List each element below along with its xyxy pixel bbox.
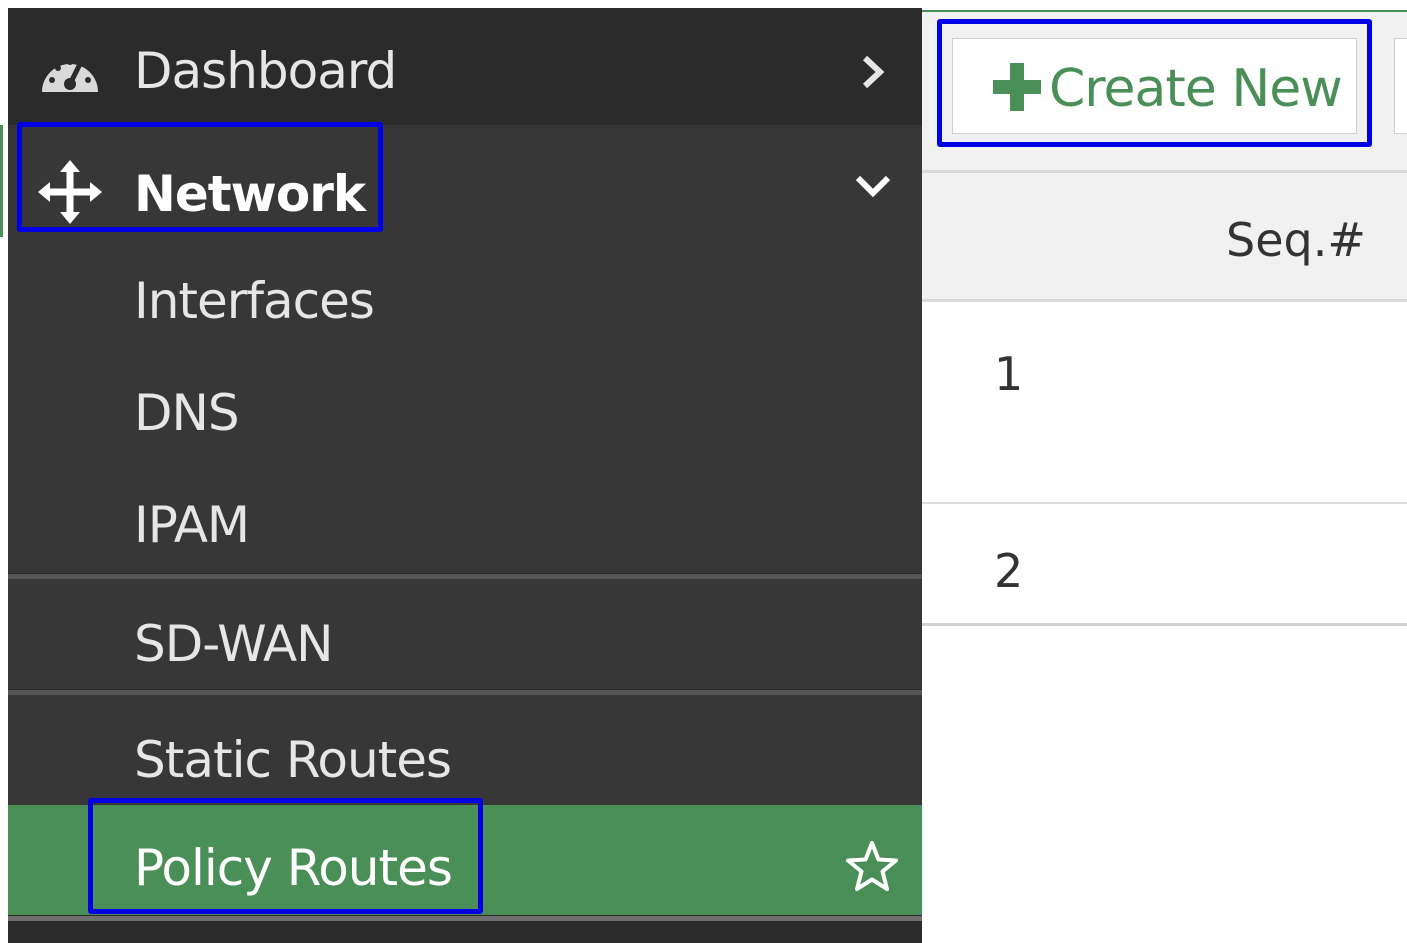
sidebar-item-label: Static Routes: [134, 731, 452, 789]
table-row[interactable]: 2: [922, 504, 1407, 626]
star-icon[interactable]: [844, 839, 900, 893]
cell-seq: 1: [994, 347, 1024, 401]
app-window: Dashboard Network Interfaces DNS IPAM SD…: [0, 0, 1407, 943]
sidebar-item-ipam[interactable]: IPAM: [8, 461, 922, 573]
table-header: Seq.#: [922, 170, 1407, 302]
table-row[interactable]: 1: [922, 302, 1407, 504]
sidebar-item-label: Interfaces: [134, 272, 375, 330]
chevron-down-icon: [855, 175, 891, 198]
highlight-box-policy-routes: [88, 798, 483, 914]
highlight-box-create-new: [937, 19, 1372, 147]
chevron-right-icon: [862, 55, 885, 89]
sidebar-item-label: SD-WAN: [134, 615, 334, 673]
active-indicator: [0, 125, 3, 237]
column-header-seq[interactable]: Seq.#: [1226, 213, 1366, 267]
top-border: [922, 0, 1407, 12]
sidebar-item-static-routes[interactable]: Static Routes: [8, 695, 922, 805]
sidebar-item-dashboard[interactable]: Dashboard: [8, 8, 922, 125]
sidebar-item-label: DNS: [134, 384, 240, 442]
highlight-box-network: [17, 122, 383, 232]
sidebar-item-label: IPAM: [134, 496, 250, 554]
sidebar-item-sd-wan[interactable]: SD-WAN: [8, 579, 922, 689]
dashboard-icon: [42, 59, 98, 92]
sidebar-item-dns[interactable]: DNS: [8, 349, 922, 461]
cell-seq: 2: [994, 544, 1024, 598]
sidebar-footer: [8, 921, 922, 943]
sidebar-item-label: Dashboard: [134, 42, 397, 100]
sidebar-item-interfaces[interactable]: Interfaces: [8, 237, 922, 349]
toolbar-next-button[interactable]: [1394, 38, 1407, 134]
